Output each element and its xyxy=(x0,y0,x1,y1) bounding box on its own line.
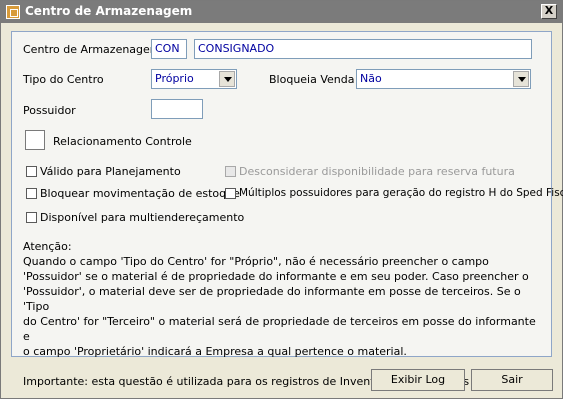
window-title: Centro de Armazenagem xyxy=(25,4,193,18)
title-bar[interactable]: Centro de Armazenagem X xyxy=(1,1,562,23)
info-important: Importante: esta questão é utilizada par… xyxy=(23,375,509,388)
desconsiderar-checkbox: Desconsiderar disponibilidade para reser… xyxy=(225,165,515,178)
possuidor-label: Possuidor xyxy=(23,104,76,117)
bloquear-checkbox[interactable]: Bloquear movimentação de estoque xyxy=(26,187,240,200)
centro-name-field[interactable]: CONSIGNADO xyxy=(194,39,532,59)
tipo-label: Tipo do Centro xyxy=(23,73,104,86)
disponivel-label: Disponível para multiendereçamento xyxy=(40,211,245,224)
bloqueia-label: Bloqueia Venda xyxy=(269,73,355,86)
close-button[interactable]: X xyxy=(541,4,557,19)
checkbox-box[interactable] xyxy=(225,187,236,199)
possuidor-field[interactable] xyxy=(151,99,203,119)
sair-button[interactable]: Sair xyxy=(471,369,553,391)
dialog-window: Centro de Armazenagem X Centro de Armaze… xyxy=(0,0,563,399)
app-icon xyxy=(6,5,20,19)
valido-checkbox[interactable]: Válido para Planejamento xyxy=(26,165,181,178)
checkbox-box[interactable] xyxy=(26,188,37,199)
disponivel-checkbox[interactable]: Disponível para multiendereçamento xyxy=(26,211,244,224)
info-line: 'Possuidor', o material deve ser de prop… xyxy=(23,285,521,313)
relacionamento-label: Relacionamento Controle xyxy=(53,135,192,148)
info-line: do Centro' for "Terceiro" o material ser… xyxy=(23,315,536,343)
desconsiderar-label: Desconsiderar disponibilidade para reser… xyxy=(239,165,515,178)
bloquear-label: Bloquear movimentação de estoque xyxy=(40,187,240,200)
form-panel: Centro de Armazenagem CON CONSIGNADO Tip… xyxy=(11,31,563,388)
checkbox-box xyxy=(225,166,236,177)
chevron-down-icon[interactable] xyxy=(513,71,529,87)
bloqueia-select[interactable]: Não xyxy=(356,69,531,89)
centro-label: Centro de Armazenagem xyxy=(23,43,161,56)
checkbox-box[interactable] xyxy=(26,212,37,223)
relacionamento-toggle[interactable] xyxy=(25,130,45,150)
multiplos-checkbox[interactable]: Múltiplos possuidores para geração do re… xyxy=(225,187,563,199)
tipo-select[interactable]: Próprio xyxy=(151,69,237,89)
info-heading: Atenção: xyxy=(23,240,72,253)
info-line: Quando o campo 'Tipo do Centro' for "Pró… xyxy=(23,255,489,268)
exibir-log-button[interactable]: Exibir Log xyxy=(371,369,465,391)
chevron-down-icon[interactable] xyxy=(219,71,235,87)
bloqueia-value: Não xyxy=(360,72,382,85)
multiplos-label: Múltiplos possuidores para geração do re… xyxy=(239,187,563,199)
checkbox-box[interactable] xyxy=(26,166,37,177)
tipo-value: Próprio xyxy=(155,72,194,85)
centro-code-field[interactable]: CON xyxy=(151,39,187,59)
info-line: o campo 'Proprietário' indicará a Empres… xyxy=(23,345,407,358)
info-text: Atenção: Quando o campo 'Tipo do Centro'… xyxy=(23,239,543,389)
info-line: 'Possuidor' se o material é de proprieda… xyxy=(23,270,529,283)
valido-label: Válido para Planejamento xyxy=(40,165,181,178)
